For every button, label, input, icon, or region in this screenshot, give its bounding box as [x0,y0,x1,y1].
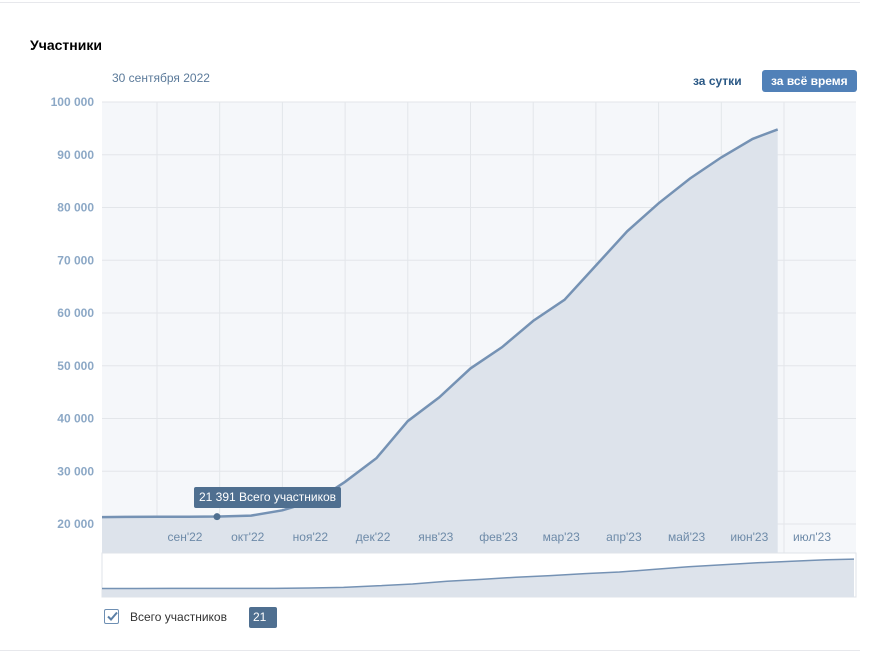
x-tick-label: май'23 [668,530,706,544]
y-tick-label: 40 000 [57,412,94,426]
highlight-point [213,513,221,521]
x-tick-label: июн'23 [730,530,768,544]
x-tick-label: окт'22 [231,530,265,544]
tooltip-value: 21 391 [199,490,236,504]
legend-value: 21 391 [249,607,278,645]
x-tick-label: ноя'22 [293,530,329,544]
x-tick-label: фев'23 [479,530,518,544]
chart-svg[interactable]: 100 000 90 000 80 000 70 000 60 000 50 000 40 … [0,0,872,656]
hover-tooltip: 21 391 Всего участников [194,487,342,508]
y-tick-label: 90 000 [57,148,94,162]
x-tick-label: янв'23 [418,530,453,544]
checkmark-icon [107,611,118,621]
series-checkbox[interactable] [104,609,119,624]
x-tick-label: июл'23 [793,530,831,544]
y-tick-label: 20 000 [57,517,94,531]
y-tick-label: 100 000 [51,95,95,109]
legend-label: Всего участников [130,610,227,624]
y-tick-label: 80 000 [57,201,94,215]
bottom-divider [0,650,860,651]
y-tick-label: 30 000 [57,464,94,478]
y-tick-label: 50 000 [57,359,94,373]
tooltip-label: Всего участников [239,490,337,504]
x-tick-label: сен'22 [168,530,203,544]
y-tick-label: 70 000 [57,253,94,267]
x-tick-label: мар'23 [543,530,581,544]
x-tick-label: дек'22 [356,530,391,544]
y-tick-label: 60 000 [57,306,94,320]
x-tick-label: апр'23 [606,530,642,544]
